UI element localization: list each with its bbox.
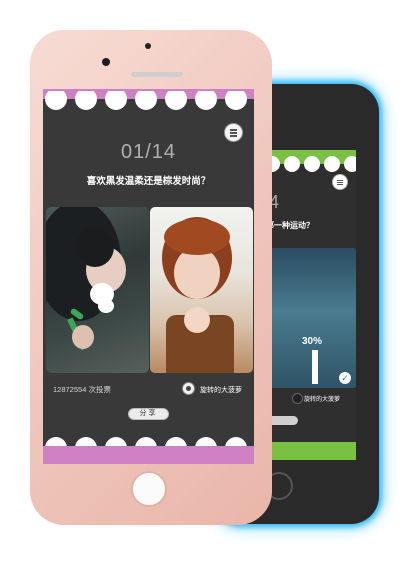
back-avatar-icon <box>292 393 303 404</box>
option-photo-brown-hair[interactable] <box>150 207 253 373</box>
question-counter: 01/14 <box>120 141 177 163</box>
check-icon: ✓ <box>339 372 351 384</box>
question-text: 喜欢黑发温柔还是棕发时尚？ <box>86 176 211 187</box>
share-button[interactable]: 分享 <box>128 408 169 420</box>
option-photo-black-hair[interactable] <box>46 207 149 373</box>
front-camera-icon <box>102 58 110 66</box>
avatar-icon[interactable] <box>182 382 195 395</box>
home-button[interactable] <box>131 471 167 507</box>
vote-count: 12872554 次投票 <box>53 385 111 394</box>
back-author-name: 旋转的大菠萝 <box>304 397 341 403</box>
author-name[interactable]: 旋转的大菠萝 <box>200 385 242 395</box>
front-phone-screen: 01/14 喜欢黑发温柔还是棕发时尚？ 12872554 次投票 旋转的大菠萝 … <box>43 89 254 464</box>
menu-icon[interactable] <box>224 123 243 142</box>
speaker-grille <box>131 72 183 77</box>
back-vote-percent: 30% <box>302 336 323 347</box>
front-camera-dot <box>145 43 151 49</box>
bottom-band <box>43 446 254 464</box>
back-menu-icon[interactable] <box>332 174 348 190</box>
back-option-photo[interactable] <box>258 248 356 388</box>
back-vote-bar <box>312 350 318 384</box>
top-waves <box>45 91 247 110</box>
